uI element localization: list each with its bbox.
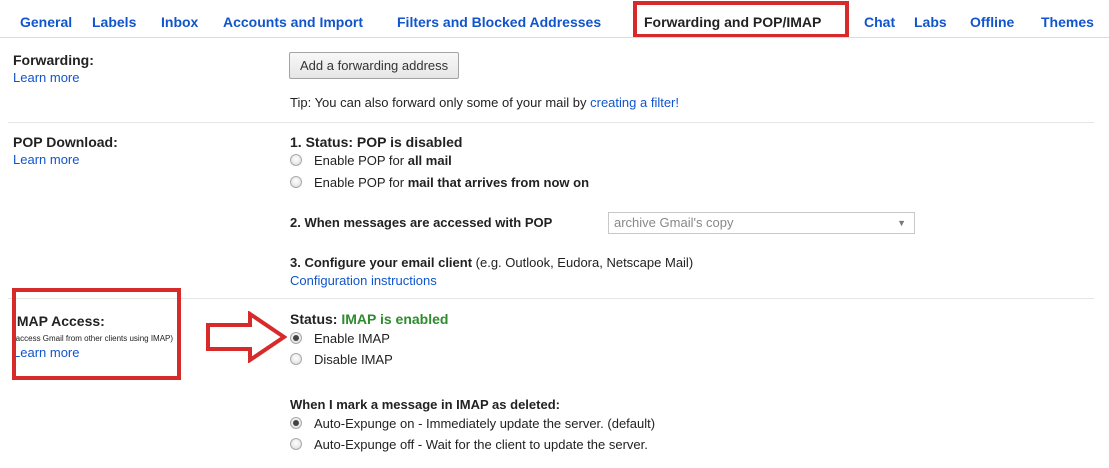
enable-imap-label: Enable IMAP xyxy=(314,331,390,346)
tab-themes[interactable]: Themes xyxy=(1041,14,1094,30)
imap-delete-heading: When I mark a message in IMAP as deleted… xyxy=(290,397,560,412)
imap-status: Status: IMAP is enabled xyxy=(290,311,448,327)
expunge-off-label: Auto-Expunge off - Wait for the client t… xyxy=(314,437,648,452)
tab-accounts-and-import[interactable]: Accounts and Import xyxy=(223,14,363,30)
expunge-on-label: Auto-Expunge on - Immediately update the… xyxy=(314,416,656,431)
pop-learn-more-link[interactable]: Learn more xyxy=(13,152,79,167)
enable-imap-radio[interactable] xyxy=(290,332,302,344)
pop-configure-bold: 3. Configure your email client xyxy=(290,255,473,270)
tab-labels[interactable]: Labels xyxy=(92,14,136,30)
expunge-off-radio[interactable] xyxy=(290,438,302,450)
chevron-down-icon: ▼ xyxy=(897,218,906,228)
disable-imap-label: Disable IMAP xyxy=(314,352,393,367)
forwarding-title: Forwarding: xyxy=(13,52,94,68)
tab-offline[interactable]: Offline xyxy=(970,14,1014,30)
disable-imap-radio[interactable] xyxy=(290,353,302,365)
arrow-right-icon xyxy=(206,311,287,363)
pop-configure-text: 3. Configure your email client (e.g. Out… xyxy=(290,255,693,270)
pop-from-now-prefix: Enable POP for xyxy=(314,175,408,190)
expunge-on-radio[interactable] xyxy=(290,417,302,429)
pop-download-title: POP Download: xyxy=(13,134,118,150)
forwarding-tip-text: Tip: You can also forward only some of y… xyxy=(290,95,591,110)
pop-from-now-label: Enable POP for mail that arrives from no… xyxy=(314,174,589,192)
active-tab-highlight-box xyxy=(633,1,849,38)
pop-access-select-value: archive Gmail's copy xyxy=(614,215,734,230)
imap-status-value: IMAP is enabled xyxy=(341,311,449,327)
section-divider xyxy=(8,122,1094,123)
configuration-instructions-link[interactable]: Configuration instructions xyxy=(290,273,437,288)
tabs-divider xyxy=(0,37,1109,38)
creating-filter-link[interactable]: creating a filter! xyxy=(590,95,679,110)
add-forwarding-address-button[interactable]: Add a forwarding address xyxy=(289,52,460,79)
pop-all-mail-radio[interactable] xyxy=(290,154,302,166)
pop-status-label: 1. Status: POP is disabled xyxy=(290,134,463,150)
forwarding-learn-more-link[interactable]: Learn more xyxy=(13,70,79,85)
tab-inbox[interactable]: Inbox xyxy=(161,14,198,30)
pop-all-mail-bold: all mail xyxy=(407,153,452,168)
forwarding-tip: Tip: You can also forward only some of y… xyxy=(290,95,679,110)
settings-tabs: General Labels Inbox Accounts and Import… xyxy=(0,0,1109,40)
pop-access-label: 2. When messages are accessed with POP xyxy=(290,215,553,230)
pop-from-now-radio[interactable] xyxy=(290,176,302,188)
pop-configure-rest: (e.g. Outlook, Eudora, Netscape Mail) xyxy=(472,255,694,270)
tab-filters-and-blocked-addresses[interactable]: Filters and Blocked Addresses xyxy=(397,14,601,30)
pop-all-mail-prefix: Enable POP for xyxy=(314,153,408,168)
imap-status-label: Status: xyxy=(290,311,342,327)
imap-highlight-box xyxy=(12,288,181,380)
tab-chat[interactable]: Chat xyxy=(864,14,895,30)
pop-all-mail-label: Enable POP for all mail xyxy=(314,152,452,170)
tab-labs[interactable]: Labs xyxy=(914,14,947,30)
pop-access-select[interactable]: archive Gmail's copy ▼ xyxy=(608,212,915,234)
tab-general[interactable]: General xyxy=(20,14,72,30)
pop-from-now-bold: mail that arrives from now on xyxy=(407,175,590,190)
